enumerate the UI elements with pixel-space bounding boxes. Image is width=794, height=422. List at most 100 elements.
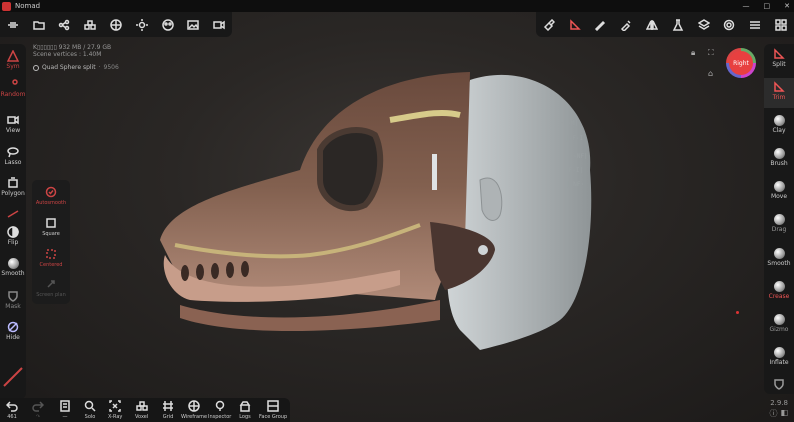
3d-viewport[interactable]: ·F·M| |·F·I ·|·NF| ·F·I| |·NF· — [0, 12, 794, 422]
voxel-button[interactable]: Voxel — [135, 400, 148, 420]
tool-trim[interactable]: Trim — [764, 78, 794, 108]
tool-clay[interactable]: Clay — [764, 115, 794, 134]
brush-settings-button[interactable] — [536, 12, 562, 37]
topology-button[interactable] — [103, 12, 129, 37]
mask-icon — [8, 291, 18, 302]
settings-button[interactable] — [717, 12, 743, 37]
stroke-button[interactable] — [588, 12, 614, 37]
grid-view-button[interactable] — [768, 12, 794, 37]
sliders-icon — [750, 20, 761, 29]
logs-button[interactable]: Logs — [239, 400, 251, 420]
grid-icon — [775, 18, 787, 31]
tool-mask[interactable] — [764, 378, 794, 390]
mesh-label[interactable]: Quad Sphere split · 9506 — [33, 64, 119, 71]
tool-drag[interactable]: Drag — [764, 214, 794, 233]
close-button[interactable]: ✕ — [784, 2, 790, 10]
info-icon[interactable]: ⓘ — [769, 408, 777, 419]
tool-brush[interactable]: Brush — [764, 148, 794, 167]
check-shield-icon — [45, 186, 57, 198]
tool-crease[interactable]: Crease — [764, 281, 794, 300]
smooth-button[interactable]: Smooth — [0, 258, 26, 277]
flask-icon — [672, 18, 684, 31]
history-button[interactable]: — — [59, 400, 71, 420]
menu-button[interactable] — [0, 12, 26, 37]
stroke-options-panel: Autosmooth Square Centered Screen plan — [32, 180, 70, 304]
square-toggle[interactable]: Square — [32, 217, 70, 237]
scene-button[interactable] — [52, 12, 78, 37]
stroke-preview[interactable] — [0, 366, 26, 388]
symmetry-button[interactable] — [639, 12, 665, 37]
triangle-icon — [7, 50, 19, 62]
random-button[interactable]: Random — [0, 78, 26, 98]
screen-plan-toggle[interactable]: Screen plan — [32, 278, 70, 298]
face-group-icon — [267, 400, 279, 412]
maximize-button[interactable]: □ — [764, 2, 771, 10]
tool-smooth[interactable]: Smooth — [764, 248, 794, 267]
image-icon — [187, 19, 200, 30]
tool-inflate[interactable]: Inflate — [764, 347, 794, 366]
background-button[interactable] — [180, 12, 206, 37]
polygon-button[interactable]: Polygon — [0, 177, 26, 197]
shortcut-icon[interactable]: ◧ — [780, 408, 788, 419]
view-gizmo[interactable]: Right — [726, 48, 756, 78]
fullscreen-icon[interactable]: ⛶ — [708, 48, 714, 58]
inflate-icon — [773, 347, 785, 358]
face-group-button[interactable]: Face Group — [259, 400, 287, 420]
mask-tool-icon — [774, 379, 784, 390]
sun-icon — [135, 18, 148, 31]
lighting-button[interactable] — [129, 12, 155, 37]
undo-button[interactable]: 461 — [6, 400, 18, 420]
svg-text:·F·I|: ·F·I| — [565, 167, 583, 174]
stroke-indicator[interactable] — [0, 207, 26, 219]
sculpt-model[interactable]: ·F·M| |·F·I ·|·NF| ·F·I| |·NF· — [0, 12, 794, 422]
picker-button[interactable] — [613, 12, 639, 37]
home-icon[interactable]: ⌂ — [708, 69, 713, 78]
tool-split[interactable]: Split — [764, 48, 794, 76]
trim-tool-button[interactable] — [562, 12, 588, 37]
sym-button[interactable]: Sym — [0, 50, 26, 70]
drag-icon — [773, 214, 785, 225]
autosmooth-toggle[interactable]: Autosmooth — [32, 186, 70, 206]
video-button[interactable] — [206, 12, 232, 37]
mesh-button[interactable] — [77, 12, 103, 37]
hierarchy-button[interactable] — [665, 12, 691, 37]
pen-icon — [595, 20, 606, 31]
inspector-button[interactable]: Inspector — [208, 400, 231, 420]
wireframe-button[interactable]: Wireframe — [181, 400, 207, 420]
svg-text:|·F·I: |·F·I — [565, 135, 583, 142]
view-button[interactable]: View — [0, 114, 26, 134]
lock-icon[interactable]: 🔒︎ — [691, 48, 695, 58]
top-right-toolbar — [536, 12, 794, 37]
inspector-icon — [215, 400, 224, 411]
left-toolbar: Sym Random View Lasso Polygon Flip Smoot… — [0, 44, 26, 399]
stroke-preview-icon — [3, 367, 23, 387]
xray-button[interactable]: X-Ray — [108, 400, 122, 420]
lasso-button[interactable]: Lasso — [0, 146, 26, 166]
hide-button[interactable]: Hide — [0, 321, 26, 341]
tool-gizmo[interactable]: Gizmo — [764, 314, 794, 333]
files-button[interactable] — [26, 12, 52, 37]
search-icon — [84, 400, 96, 412]
grid-button[interactable]: Grid — [162, 400, 174, 420]
centered-toggle[interactable]: Centered — [32, 248, 70, 268]
mask-button[interactable]: Mask — [0, 290, 26, 310]
solo-button[interactable]: Solo — [84, 400, 96, 420]
half-circle-icon — [7, 226, 19, 238]
minimize-button[interactable]: — — [743, 2, 750, 10]
xray-icon — [109, 400, 121, 412]
flip-button[interactable]: Flip — [0, 226, 26, 246]
gizmo-face[interactable]: Right — [729, 51, 753, 75]
smooth-icon — [773, 248, 785, 259]
voxel-icon — [135, 401, 148, 411]
material-button[interactable] — [155, 12, 181, 37]
screen-plan-icon — [47, 280, 55, 288]
centered-icon — [46, 249, 56, 259]
layers-button[interactable] — [691, 12, 717, 37]
cubes-icon — [84, 19, 96, 30]
eyedropper-icon — [621, 19, 631, 31]
brush-icon — [773, 148, 785, 159]
brush-settings-icon — [543, 18, 555, 31]
sliders-button[interactable] — [742, 12, 768, 37]
tool-move[interactable]: Move — [764, 181, 794, 200]
redo-button[interactable]: ↷ — [32, 400, 44, 420]
